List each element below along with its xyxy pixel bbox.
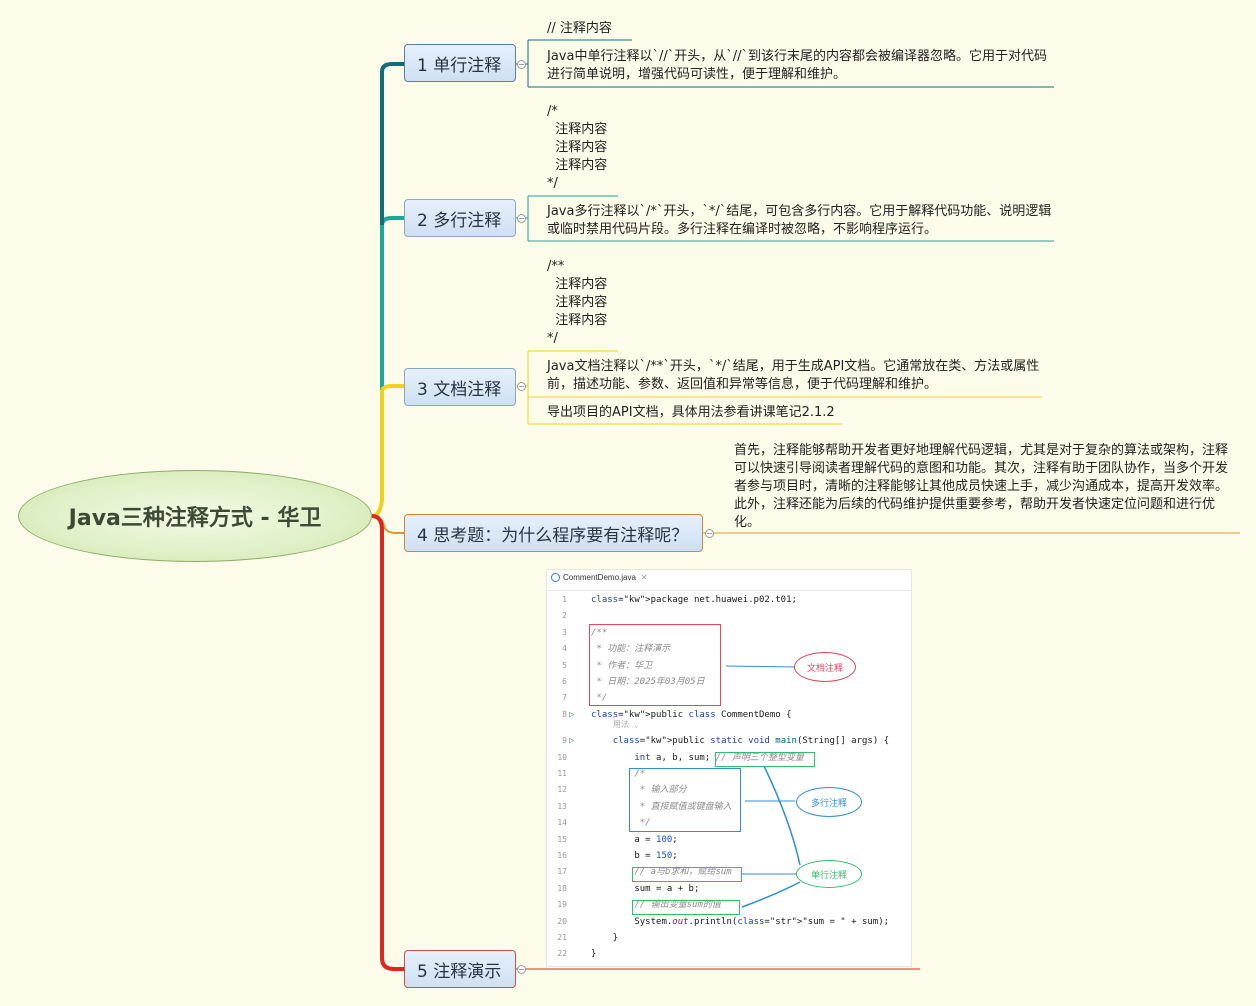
callout-label: 文档注释 <box>806 662 843 673</box>
callout-label: 多行注释 <box>810 797 847 808</box>
callout-arrows <box>725 665 801 908</box>
callout-multi-comment: 多行注释 <box>796 787 862 817</box>
callout-label: 单行注释 <box>810 869 847 880</box>
callout-doc-comment: 文档注释 <box>794 652 856 682</box>
callout-single-comment: 单行注释 <box>796 860 862 888</box>
